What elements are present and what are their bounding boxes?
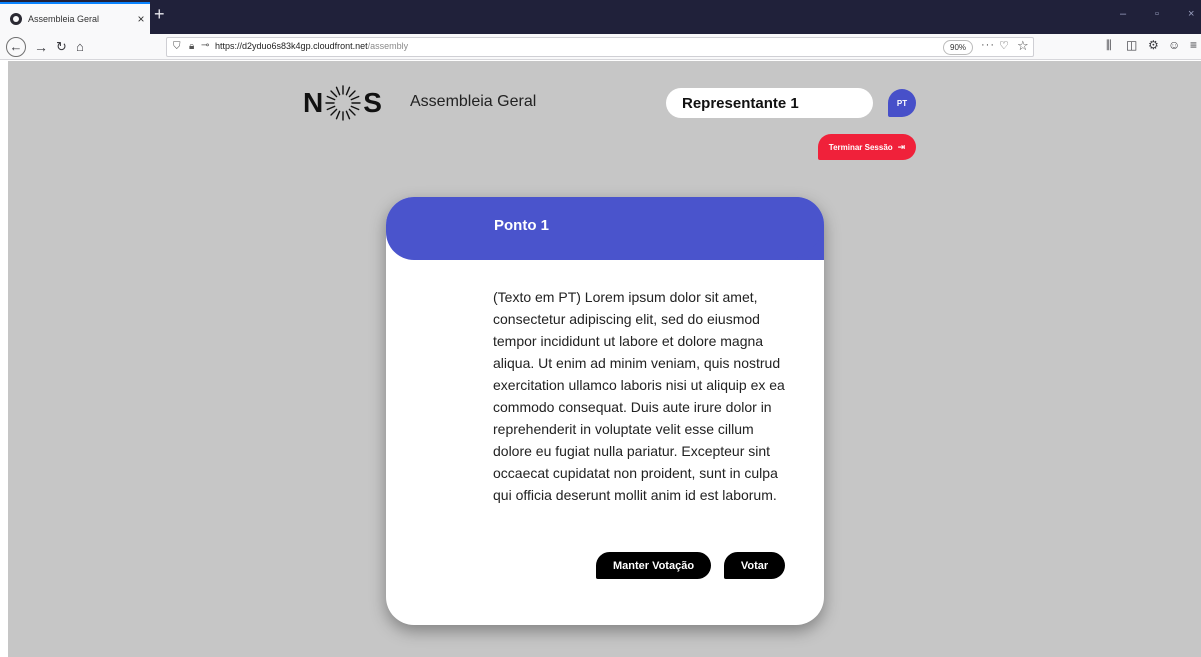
logout-button[interactable]: Terminar Sessão ⇥	[818, 134, 916, 160]
account-icon[interactable]: ☺	[1168, 38, 1180, 52]
url-host: https://d2yduo6s83k4gp.cloudfront.net	[215, 41, 368, 51]
home-icon[interactable]: ⌂	[76, 37, 84, 57]
sign-out-icon: ⇥	[897, 141, 906, 152]
language-button[interactable]: PT	[888, 89, 916, 117]
representative-badge: Representante 1	[666, 88, 873, 118]
keep-vote-button[interactable]: Manter Votação	[596, 552, 711, 579]
agenda-card: Ponto 1 (Texto em PT) Lorem ipsum dolor …	[386, 197, 824, 625]
app-title: Assembleia Geral	[410, 93, 537, 110]
tab-close-icon[interactable]: ×	[132, 12, 150, 26]
card-title: Ponto 1	[494, 217, 549, 234]
card-body-text: (Texto em PT) Lorem ipsum dolor sit amet…	[493, 289, 785, 503]
logout-label: Terminar Sessão	[828, 142, 893, 152]
representative-name: Representante 1	[682, 94, 799, 112]
maximize-icon[interactable]: ▫	[1155, 8, 1159, 20]
card-header	[386, 197, 824, 260]
browser-nav-bar: ← → ↻ ⌂ ⛉ 🔒︎ ⊸ https://d2yduo6s83k4gp.cl…	[0, 34, 1201, 60]
extension-icon[interactable]: ⚙	[1148, 38, 1159, 52]
tab-title: Assembleia Geral	[28, 14, 100, 24]
sun-logo-icon	[325, 85, 361, 121]
minimize-icon[interactable]: –	[1120, 8, 1126, 20]
nos-logo: N S	[303, 83, 382, 123]
tab-favicon-icon	[10, 13, 22, 25]
url-text[interactable]: https://d2yduo6s83k4gp.cloudfront.net/as…	[215, 41, 408, 51]
language-label: PT	[896, 98, 908, 108]
back-icon[interactable]: ←	[6, 37, 26, 57]
bookmark-star-icon[interactable]: ☆	[1017, 38, 1029, 54]
new-tab-button[interactable]: +	[154, 4, 165, 24]
forward-icon[interactable]: →	[34, 37, 48, 57]
shield-icon[interactable]: ⛉	[173, 41, 181, 52]
url-path: /assembly	[367, 41, 409, 51]
browser-tab[interactable]: Assembleia Geral ×	[0, 2, 150, 34]
lock-icon[interactable]: 🔒︎	[189, 41, 194, 52]
sidebar-icon[interactable]: ◫	[1126, 38, 1137, 52]
page-left-edge	[0, 61, 8, 657]
logo-letter-s: S	[363, 87, 382, 118]
pocket-icon[interactable]: ♡	[999, 39, 1009, 52]
reload-icon[interactable]: ↻	[56, 37, 67, 57]
close-window-icon[interactable]: ×	[1188, 8, 1194, 20]
key-icon: ⊸	[201, 40, 210, 51]
keep-vote-label: Manter Votação	[612, 559, 695, 572]
zoom-badge[interactable]: 90%	[943, 40, 974, 55]
vote-button[interactable]: Votar	[724, 552, 785, 579]
page-actions-icon[interactable]: ···	[981, 39, 995, 51]
library-icon[interactable]: ⫼	[1106, 38, 1112, 53]
url-bar[interactable]: ⛉ 🔒︎ ⊸ https://d2yduo6s83k4gp.cloudfront…	[166, 37, 1034, 57]
vote-label: Votar	[740, 559, 769, 572]
browser-tab-bar: Assembleia Geral × + – ▫ ×	[0, 0, 1201, 34]
logo-letter-n: N	[303, 87, 324, 118]
menu-icon[interactable]: ≡	[1190, 38, 1197, 52]
